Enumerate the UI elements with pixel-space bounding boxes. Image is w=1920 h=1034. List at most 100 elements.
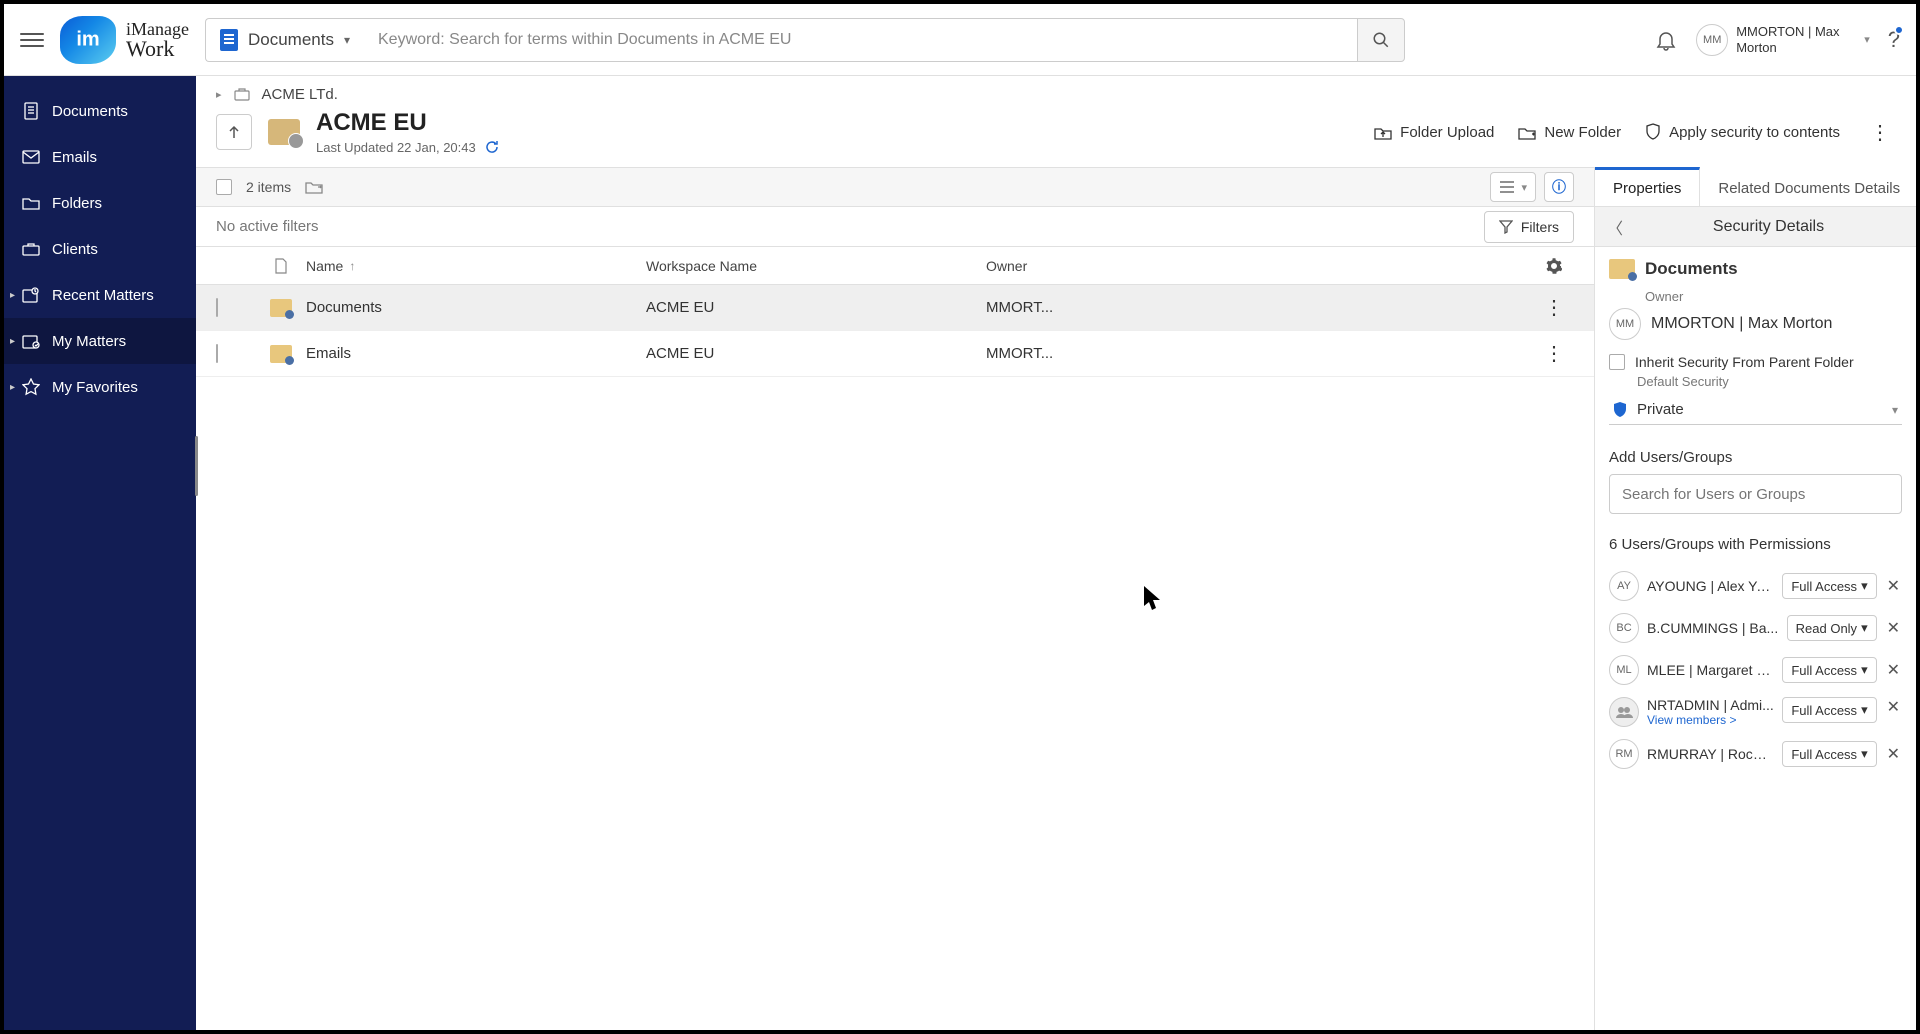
help-button[interactable]: ? bbox=[1888, 27, 1900, 53]
top-bar: iManage Work Documents ▾ MM MMORTON | Ma… bbox=[4, 4, 1916, 76]
row-owner: MMORT... bbox=[986, 345, 1126, 362]
sidebar-item-clients[interactable]: Clients bbox=[4, 226, 196, 272]
row-checkbox[interactable] bbox=[216, 344, 218, 363]
tab-related-documents[interactable]: Related Documents Details bbox=[1700, 167, 1916, 206]
permission-user-name: AYOUNG | Alex Yo... bbox=[1647, 578, 1774, 594]
sidebar-item-emails[interactable]: Emails bbox=[4, 134, 196, 180]
security-level-value: Private bbox=[1637, 401, 1684, 418]
row-workspace: ACME EU bbox=[646, 299, 986, 316]
view-members-link[interactable]: View members > bbox=[1647, 713, 1774, 727]
permission-level-select[interactable]: Full Access▾ bbox=[1782, 573, 1876, 599]
sidebar-item-documents[interactable]: Documents bbox=[4, 88, 196, 134]
user-avatar: MM bbox=[1696, 24, 1728, 56]
column-owner[interactable]: Owner bbox=[986, 258, 1126, 274]
panel-subtitle: Security Details bbox=[1633, 218, 1904, 236]
permission-level-select[interactable]: Full Access▾ bbox=[1782, 697, 1876, 723]
table-row[interactable]: Emails ACME EU MMORT... ⋮ bbox=[196, 331, 1594, 377]
sidebar-item-folders[interactable]: Folders bbox=[4, 180, 196, 226]
refresh-icon bbox=[484, 139, 500, 155]
star-icon bbox=[22, 378, 40, 396]
permission-user-name: B.CUMMINGS | Ba... bbox=[1647, 620, 1779, 636]
add-users-input[interactable] bbox=[1609, 474, 1902, 514]
sidebar-item-my-favorites[interactable]: My Favorites bbox=[4, 364, 196, 410]
item-count: 2 items bbox=[246, 179, 291, 195]
details-panel: Properties Related Documents Details 〈 S… bbox=[1594, 167, 1916, 1030]
shield-icon bbox=[1645, 123, 1661, 141]
breadcrumb-expand[interactable]: ▸ bbox=[216, 88, 222, 101]
row-workspace: ACME EU bbox=[646, 345, 986, 362]
breadcrumb: ▸ ACME LTd. bbox=[196, 76, 1916, 103]
more-actions-button[interactable]: ⋮ bbox=[1864, 120, 1896, 145]
apply-security-button[interactable]: Apply security to contents bbox=[1645, 123, 1840, 141]
chevron-down-icon: ▾ bbox=[344, 33, 350, 47]
chevron-down-icon: ▾ bbox=[1864, 33, 1870, 46]
move-button[interactable] bbox=[305, 180, 323, 194]
workspace-header: ACME EU Last Updated 22 Jan, 20:43 Folde… bbox=[196, 103, 1916, 167]
folder-icon bbox=[270, 345, 292, 363]
remove-permission-button[interactable]: ✕ bbox=[1885, 660, 1902, 680]
user-avatar: RM bbox=[1609, 739, 1639, 769]
permission-row: RM RMURRAY | Roche... Full Access▾ ✕ bbox=[1609, 733, 1902, 775]
menu-toggle[interactable] bbox=[20, 28, 44, 52]
chevron-down-icon: ▾ bbox=[1861, 578, 1868, 594]
briefcase-icon bbox=[234, 88, 250, 101]
folder-upload-button[interactable]: Folder Upload bbox=[1374, 124, 1494, 141]
row-actions-button[interactable]: ⋮ bbox=[1534, 341, 1574, 366]
sidebar-item-label: Clients bbox=[52, 241, 98, 258]
info-panel-toggle[interactable]: ⓘ bbox=[1544, 172, 1574, 202]
filter-icon bbox=[1499, 220, 1513, 234]
document-icon bbox=[220, 29, 238, 51]
inherit-security-label: Inherit Security From Parent Folder bbox=[1635, 354, 1854, 370]
app-logo[interactable]: iManage Work bbox=[60, 16, 189, 64]
tab-properties[interactable]: Properties bbox=[1595, 167, 1700, 206]
permission-level-select[interactable]: Full Access▾ bbox=[1782, 741, 1876, 767]
column-settings-button[interactable] bbox=[1534, 258, 1574, 274]
notification-dot-icon bbox=[1894, 25, 1904, 35]
permission-user-name: RMURRAY | Roche... bbox=[1647, 746, 1774, 762]
search-input[interactable] bbox=[364, 18, 1357, 62]
sidebar-item-my-matters[interactable]: My Matters bbox=[4, 318, 196, 364]
navigate-up-button[interactable] bbox=[216, 114, 252, 150]
security-level-select[interactable]: Private ▾ bbox=[1609, 395, 1902, 425]
table-row[interactable]: Documents ACME EU MMORT... ⋮ bbox=[196, 285, 1594, 331]
refresh-button[interactable] bbox=[484, 139, 500, 155]
row-actions-button[interactable]: ⋮ bbox=[1534, 295, 1574, 320]
new-folder-button[interactable]: New Folder bbox=[1518, 124, 1621, 141]
envelope-icon bbox=[22, 148, 40, 166]
view-toggle[interactable]: ▾ bbox=[1490, 172, 1536, 202]
sidebar: Documents Emails Folders Clients Recent … bbox=[4, 76, 196, 1030]
sidebar-item-recent-matters[interactable]: Recent Matters bbox=[4, 272, 196, 318]
user-menu[interactable]: MM MMORTON | Max Morton ▾ bbox=[1696, 24, 1870, 56]
briefcase-icon bbox=[22, 240, 40, 258]
chevron-down-icon: ▾ bbox=[1861, 746, 1868, 762]
breadcrumb-parent[interactable]: ACME LTd. bbox=[262, 86, 338, 103]
logo-text: iManage Work bbox=[126, 20, 189, 60]
arrow-up-icon bbox=[226, 124, 242, 140]
notifications-button[interactable] bbox=[1654, 28, 1678, 52]
search-button[interactable] bbox=[1357, 18, 1405, 62]
info-icon: ⓘ bbox=[1552, 177, 1566, 197]
sidebar-resize-handle[interactable] bbox=[195, 436, 198, 496]
main-area: ▸ ACME LTd. ACME EU Last Updated 22 Jan,… bbox=[196, 76, 1916, 1030]
permission-level-select[interactable]: Read Only▾ bbox=[1787, 615, 1877, 641]
upload-icon bbox=[1374, 124, 1392, 140]
filter-status: No active filters bbox=[216, 218, 319, 235]
recent-icon bbox=[22, 286, 40, 304]
remove-permission-button[interactable]: ✕ bbox=[1885, 576, 1902, 596]
select-all-checkbox[interactable] bbox=[216, 179, 232, 195]
inherit-security-checkbox[interactable] bbox=[1609, 354, 1625, 370]
folder-icon bbox=[270, 299, 292, 317]
table-header: Name ↑ Workspace Name Owner bbox=[196, 247, 1594, 285]
permission-level-select[interactable]: Full Access▾ bbox=[1782, 657, 1876, 683]
remove-permission-button[interactable]: ✕ bbox=[1885, 618, 1902, 638]
remove-permission-button[interactable]: ✕ bbox=[1885, 744, 1902, 764]
remove-permission-button[interactable]: ✕ bbox=[1885, 697, 1902, 717]
column-workspace[interactable]: Workspace Name bbox=[646, 258, 986, 274]
column-name[interactable]: Name ↑ bbox=[306, 258, 646, 274]
row-checkbox[interactable] bbox=[216, 298, 218, 317]
owner-avatar: MM bbox=[1609, 308, 1641, 340]
search-scope-selector[interactable]: Documents ▾ bbox=[205, 18, 364, 62]
folder-icon bbox=[1609, 259, 1635, 279]
filters-button[interactable]: Filters bbox=[1484, 211, 1574, 243]
panel-back-button[interactable]: 〈 bbox=[1607, 215, 1623, 239]
